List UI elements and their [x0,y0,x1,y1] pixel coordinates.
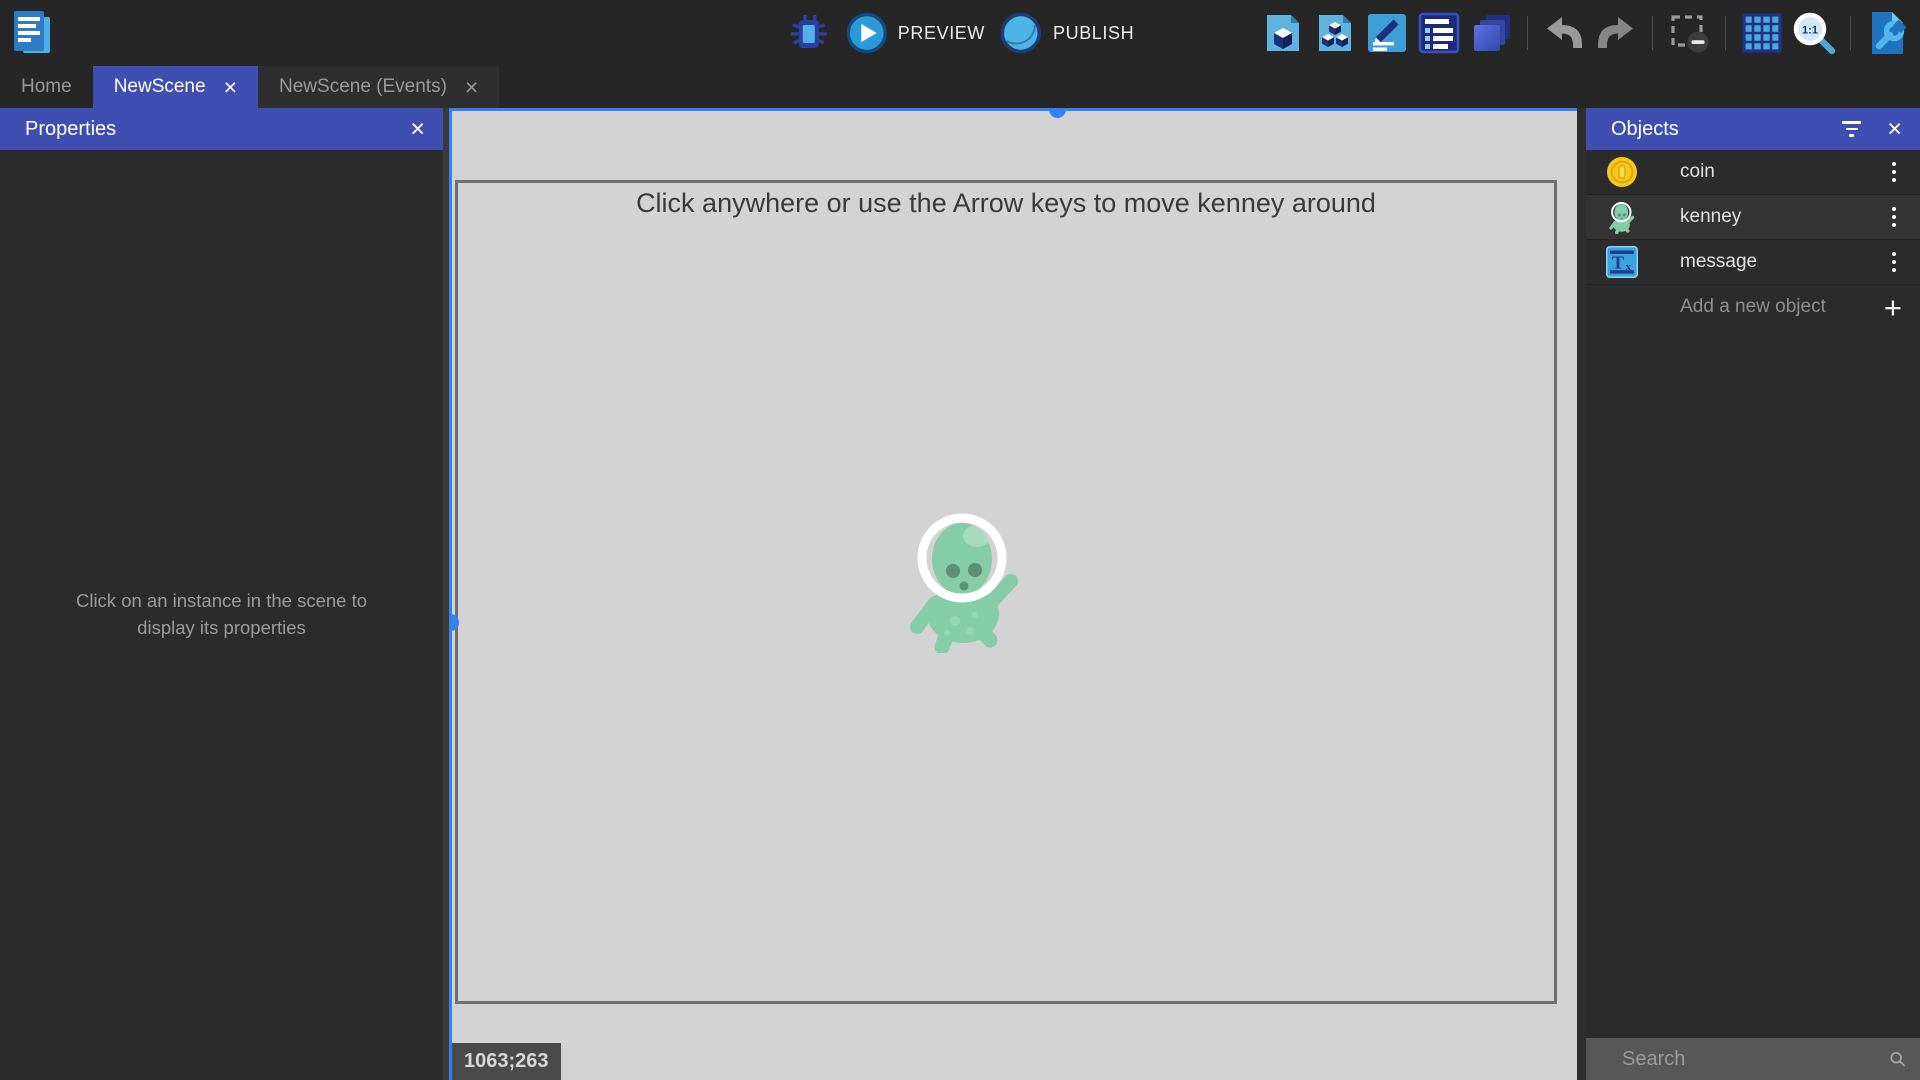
toolbar-separator [1725,16,1726,50]
clear-selection-glyph [1667,11,1711,55]
scene-canvas[interactable]: Click anywhere or use the Arrow keys to … [449,108,1577,1080]
object-name: coin [1680,161,1884,183]
toolbar-right-group: 1:1 [1260,0,1910,66]
kenney-sprite[interactable] [905,505,1025,653]
search-icon [1889,1046,1906,1072]
publish-label: PUBLISH [1053,23,1134,44]
object-name: message [1680,251,1884,273]
publish-sphere-icon [999,11,1043,55]
tab-home-label: Home [21,76,72,98]
properties-panel-header: Properties × [0,108,443,150]
instances-list-glyph [1417,11,1461,55]
scene-hint-text: Click anywhere or use the Arrow keys to … [458,188,1554,219]
svg-text:T: T [1612,253,1624,273]
grid-glyph [1740,11,1784,55]
object-menu-kebab-icon[interactable] [1884,201,1904,234]
publish-button[interactable]: PUBLISH [999,11,1134,55]
object-row-coin[interactable]: coin [1586,150,1920,195]
properties-panel: Properties × Click on an instance in the… [0,108,443,1080]
preview-play-icon [846,12,888,54]
cursor-position-badge: 1063;263 [452,1043,561,1080]
objects-search-bar [1586,1038,1920,1080]
redo-arrow-glyph [1594,11,1638,55]
selection-handle-top[interactable] [1049,108,1066,118]
grid-icon[interactable] [1739,10,1785,56]
svg-text:x: x [1626,261,1632,273]
properties-panel-title: Properties [25,118,116,141]
main-area: Properties × Click on an instance in the… [0,108,1920,1080]
preview-label: PREVIEW [898,23,985,44]
debug-icon[interactable] [786,10,832,56]
properties-pencil-glyph [1365,11,1409,55]
zoom-magnifier-glyph: 1:1 [1791,10,1837,56]
objects-editor-icon[interactable] [1260,10,1306,56]
close-icon[interactable]: × [410,117,425,142]
plus-icon[interactable]: + [1884,292,1902,323]
layers-glyph [1469,11,1513,55]
zoom-ratio-icon[interactable]: 1:1 [1791,10,1837,56]
preview-button[interactable]: PREVIEW [846,12,985,54]
undo-arrow-glyph [1542,11,1586,55]
toolbar-separator [1652,16,1653,50]
add-object-label: Add a new object [1680,296,1826,318]
objects-editor-glyph [1261,11,1305,55]
redo-icon[interactable] [1593,10,1639,56]
object-groups-editor-icon[interactable] [1312,10,1358,56]
project-manager-glyph [8,7,56,59]
objects-panel-empty-space [1586,329,1920,1038]
properties-empty-message: Click on an instance in the scene to dis… [48,588,396,642]
instances-list-icon[interactable] [1416,10,1462,56]
layers-editor-icon[interactable] [1468,10,1514,56]
panel-resize-handle-right[interactable] [1577,108,1586,1080]
kenney-icon [1606,201,1638,233]
coin-icon [1606,156,1638,188]
object-row-kenney[interactable]: kenney [1586,195,1920,240]
selection-border-top [449,108,1577,111]
tab-newscene-events-label: NewScene (Events) [279,76,447,98]
tab-home[interactable]: Home [0,66,93,108]
text-object-icon: T x [1606,246,1638,278]
toolbar-center-group: PREVIEW PUBLISH [786,0,1134,66]
toolbar-separator [1850,16,1851,50]
editor-tab-bar: Home NewScene × NewScene (Events) × [0,66,1920,108]
object-menu-kebab-icon[interactable] [1884,246,1904,279]
objects-search-input[interactable] [1620,1047,1889,1072]
scene-properties-icon[interactable] [1864,10,1910,56]
add-object-button[interactable]: Add a new object + [1586,285,1920,329]
objects-panel-title: Objects [1611,118,1679,141]
clear-selection-icon[interactable] [1666,10,1712,56]
close-icon[interactable]: × [224,76,237,99]
zoom-ratio-label: 1:1 [1802,25,1818,37]
undo-icon[interactable] [1541,10,1587,56]
tab-newscene-events[interactable]: NewScene (Events) × [258,66,499,108]
objects-panel: Objects × coin [1586,108,1920,1080]
scene-properties-wrench-glyph [1865,10,1909,56]
project-manager-icon[interactable] [8,7,56,59]
objects-panel-header: Objects × [1586,108,1920,150]
object-menu-kebab-icon[interactable] [1884,156,1904,189]
toolbar-separator [1527,16,1528,50]
object-groups-glyph [1313,11,1357,55]
close-icon[interactable]: × [1887,117,1902,142]
debug-glyph [786,10,832,56]
properties-panel-body: Click on an instance in the scene to dis… [0,150,443,1080]
tab-newscene-label: NewScene [114,76,206,98]
object-name: kenney [1680,206,1884,228]
gdevelop-window: PREVIEW PUBLISH [0,0,1920,1080]
filter-icon[interactable] [1842,121,1861,137]
objects-list: coin [1586,150,1920,285]
tab-newscene[interactable]: NewScene × [93,66,258,108]
object-row-message[interactable]: T x message [1586,240,1920,285]
selection-border-left [449,108,452,1080]
top-toolbar: PREVIEW PUBLISH [0,0,1920,66]
close-icon[interactable]: × [465,76,478,99]
properties-panel-icon[interactable] [1364,10,1410,56]
